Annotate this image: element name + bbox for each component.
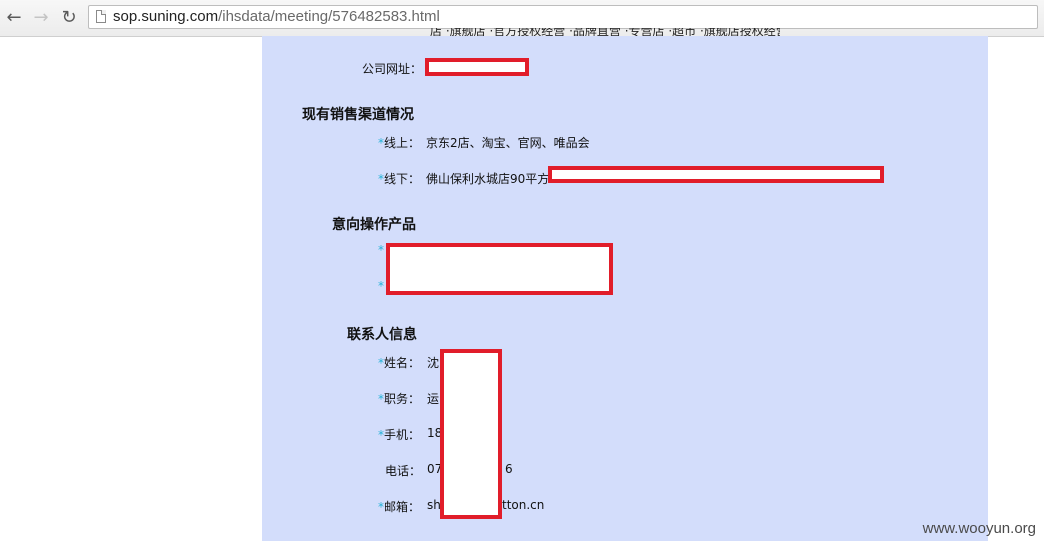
url-path: /ihsdata/meeting/576482583.html — [218, 8, 440, 25]
redaction-box-contact — [440, 349, 502, 519]
contact-heading: 联系人信息 — [347, 327, 417, 343]
forward-arrow-icon[interactable]: → — [29, 5, 53, 29]
product-star-2: * — [378, 279, 384, 293]
sales-channels-heading: 现有销售渠道情况 — [302, 107, 414, 123]
product-star-1: * — [378, 243, 384, 257]
offline-value: 佛山保利水城店90平方 — [426, 172, 550, 186]
name-label: 姓名： — [384, 356, 421, 370]
name-value: 沈 — [427, 356, 440, 370]
email-value-end: tton.cn — [502, 498, 545, 512]
redaction-box-products — [386, 243, 613, 295]
offline-label: 线下： — [384, 172, 421, 186]
email-row: *邮箱： — [378, 498, 420, 515]
cutoff-text-line: 店 ·旗舰店 ·官方授权经营 ·品牌直营 ·专营店 ·超市 ·旗舰店授权经营店 — [430, 28, 780, 36]
phone-value-end: 6 — [505, 462, 513, 476]
url-text: sop.suning.com/ihsdata/meeting/576482583… — [113, 8, 440, 25]
online-row: *线上： — [378, 134, 420, 151]
redaction-box-company-url — [425, 58, 529, 76]
offline-row: *线下： — [378, 170, 420, 187]
back-arrow-icon[interactable]: ← — [2, 5, 26, 29]
online-label: 线上： — [384, 136, 421, 150]
redaction-box-offline — [548, 166, 884, 183]
position-row: *职务： — [378, 390, 420, 407]
phone-label: 电话： — [385, 464, 422, 478]
email-label: 邮箱： — [384, 500, 421, 514]
name-row: *姓名： — [378, 354, 420, 371]
position-value: 运 — [427, 392, 440, 406]
mobile-label: 手机： — [384, 428, 421, 442]
reload-icon[interactable]: ↻ — [57, 5, 81, 29]
online-value: 京东2店、淘宝、官网、唯品会 — [426, 136, 590, 150]
watermark: www.wooyun.org — [922, 520, 1036, 537]
position-label: 职务： — [384, 392, 421, 406]
products-heading: 意向操作产品 — [332, 217, 416, 233]
mobile-row: *手机： — [378, 426, 420, 443]
screenshot-root: ← → ↻ sop.suning.com/ihsdata/meeting/576… — [0, 0, 1044, 541]
email-value-start: sh — [427, 498, 441, 512]
company-url-label: 公司网址： — [362, 62, 423, 76]
page-icon — [96, 10, 106, 23]
url-host: sop.suning.com — [113, 8, 219, 25]
address-bar[interactable]: sop.suning.com/ihsdata/meeting/576482583… — [88, 5, 1038, 29]
